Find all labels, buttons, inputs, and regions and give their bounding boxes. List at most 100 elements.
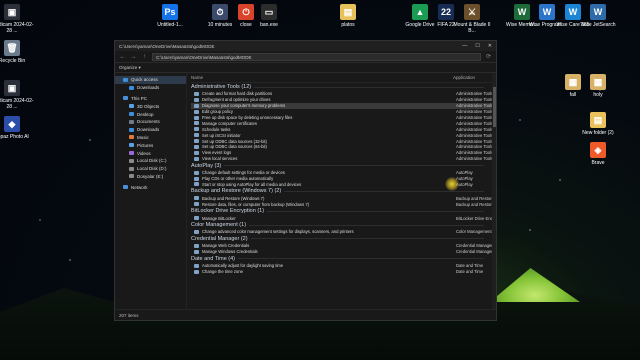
folder-icon [129, 158, 134, 163]
list-item[interactable]: Create and format hard disk partitions Ad… [191, 91, 496, 97]
sidebar-item[interactable]: Network [115, 183, 186, 191]
group-divider [238, 258, 484, 260]
mouse-cursor-highlight [445, 177, 459, 191]
sidebar-item[interactable]: Desktop [115, 110, 186, 118]
name-column-header[interactable]: Name [191, 75, 453, 80]
list-item[interactable]: View local services Administrative Tools [191, 156, 496, 162]
desktop-shortcut[interactable]: ▤ New folder (2) [576, 112, 620, 136]
list-item[interactable]: Restore data, files, or computer from ba… [191, 201, 496, 207]
list-item[interactable]: Defragment and optimize your drives Admin… [191, 97, 496, 103]
list-item[interactable]: Automatically adjust for daylight saving… [191, 263, 496, 269]
item-application: AutoPlay [456, 176, 473, 182]
list-item[interactable]: Change advanced color management setting… [191, 229, 496, 235]
item-name: View local services [202, 156, 238, 162]
desktop-shortcut[interactable]: ◈ Brave [576, 142, 620, 166]
control-panel-icon [194, 109, 199, 114]
sidebar-item[interactable]: Pictures [115, 141, 186, 149]
folder-icon [123, 96, 128, 101]
category-group-header[interactable]: AutoPlay (3) [191, 162, 496, 170]
shortcut-label: bandicam 2024-02-28 ... [0, 22, 34, 34]
up-icon[interactable]: ↑ [141, 54, 148, 60]
folder-icon [129, 104, 134, 109]
list-item[interactable]: Manage Windows Credentials Credential Man… [191, 249, 496, 255]
desktop-shortcut[interactable]: ▭ ban.exe [247, 4, 291, 28]
sidebar-item[interactable]: Documents [115, 118, 186, 126]
list-item[interactable]: Change default settings for media or dev… [191, 170, 496, 176]
app-icon: ⚔ [464, 4, 480, 20]
desktop-shortcut[interactable]: W Wise JetSearch [576, 4, 620, 28]
minimize-icon[interactable]: — [462, 43, 467, 49]
control-panel-icon [194, 182, 199, 187]
control-panel-icon [194, 150, 199, 155]
address-bar[interactable]: C:\Users\yaman\OneDrive\Masaüstü\godMODE [152, 52, 481, 61]
sidebar-item[interactable]: Music [115, 134, 186, 142]
item-name: Set up iSCSI initiator [202, 132, 241, 138]
category-group-header[interactable]: BitLocker Drive Encryption (1) [191, 207, 496, 215]
sidebar-item[interactable]: This PC [115, 95, 186, 103]
list-item[interactable]: Backup and Restore (Windows 7) Backup and… [191, 195, 496, 201]
control-panel-icon [194, 269, 199, 274]
close-icon[interactable]: ✕ [488, 43, 492, 49]
item-count: 207 items [119, 312, 139, 318]
desktop-shortcut[interactable]: ▤ platos [326, 4, 370, 28]
group-divider [224, 165, 484, 167]
folder-icon [129, 174, 134, 179]
list-item[interactable]: Set up iSCSI initiator Administrative Too… [191, 132, 496, 138]
shortcut-label: ban.exe [260, 22, 278, 28]
list-item[interactable]: View event logs Administrative Tools [191, 150, 496, 156]
desktop-shortcut[interactable]: Ps Untitled-1... [148, 4, 192, 28]
list-item[interactable]: Schedule tasks Administrative Tools [191, 126, 496, 132]
category-group-header[interactable]: Date and Time (4) [191, 255, 496, 263]
sidebar-item[interactable]: Videos [115, 149, 186, 157]
application-column-header[interactable]: Application [453, 75, 475, 80]
desktop-shortcut[interactable]: ▣ bandicam 2024-02-28 ... [0, 80, 34, 110]
list-item[interactable]: Manage BitLocker BitLocker Drive Encr [191, 215, 496, 221]
desktop-shortcut[interactable]: ⚔ Mount & Blade II B... [450, 4, 494, 34]
app-icon: ▣ [4, 4, 20, 20]
list-item[interactable]: Manage Web Credentials Credential Manager [191, 243, 496, 249]
list-item[interactable]: Free up disk space by deleting unnecessa… [191, 115, 496, 121]
sidebar-item[interactable]: Downloads [115, 126, 186, 134]
folder-icon [129, 119, 134, 124]
sidebar-item-label: 3D Objects [137, 103, 160, 109]
control-panel-icon [194, 127, 199, 132]
list-item[interactable]: Set up ODBC data sources (64-bit) Adminis… [191, 144, 496, 150]
list-item[interactable]: Set up ODBC data sources (32-bit) Adminis… [191, 138, 496, 144]
sidebar-item-label: Documents [137, 119, 160, 125]
sidebar-item[interactable]: Dosyalar (E:) [115, 173, 186, 181]
app-icon: ▤ [340, 4, 356, 20]
app-icon: ◆ [4, 116, 20, 132]
item-application: Administrative Tools [456, 132, 494, 138]
item-name: Schedule tasks [202, 126, 231, 132]
folder-icon [129, 151, 134, 156]
sidebar-item[interactable]: 3D Objects [115, 102, 186, 110]
item-name: Restore data, files, or computer from ba… [202, 201, 310, 207]
sidebar-item[interactable]: Local Disk (D:) [115, 165, 186, 173]
sidebar-item[interactable]: Downloads [115, 84, 186, 92]
item-name: Change advanced color management setting… [202, 229, 354, 235]
sidebar-item[interactable]: Quick access [115, 76, 186, 84]
desktop-shortcut[interactable]: 🗑 Recycle Bin [0, 40, 34, 64]
refresh-icon[interactable]: ⟳ [485, 53, 492, 60]
back-icon[interactable]: ← [119, 54, 126, 60]
title-bar[interactable]: C:\Users\yaman\OneDrive\Masaüstü\godMODE… [115, 41, 496, 51]
desktop-shortcut[interactable]: ◆ Topaz Photo AI [0, 116, 34, 140]
maximize-icon[interactable]: ☐ [475, 43, 479, 49]
sidebar-item[interactable]: Local Disk (C:) [115, 157, 186, 165]
forward-icon[interactable]: → [130, 54, 137, 60]
folder-icon [129, 143, 134, 148]
folder-icon [129, 166, 134, 171]
item-name: Manage BitLocker [202, 215, 236, 221]
list-item[interactable]: Edit group policy Administrative Tools [191, 109, 496, 115]
organize-button[interactable]: Organize ▾ [119, 65, 141, 71]
category-group-header[interactable]: Administrative Tools (12) [191, 83, 496, 91]
control-panel-icon [194, 97, 199, 102]
list-item[interactable]: Change the time zone Date and Time [191, 269, 496, 275]
vertical-scrollbar[interactable] [492, 73, 496, 309]
desktop-shortcut[interactable]: ▦ holy [576, 74, 620, 98]
category-group-header[interactable]: Credential Manager (2) [191, 235, 496, 243]
desktop-shortcut[interactable]: ▣ bandicam 2024-02-28 ... [0, 4, 34, 34]
list-item[interactable]: Manage computer certificates Administrati… [191, 120, 496, 126]
category-group-header[interactable]: Color Management (1) [191, 221, 496, 229]
list-item[interactable]: Diagnose your computer's memory problems… [191, 102, 496, 109]
